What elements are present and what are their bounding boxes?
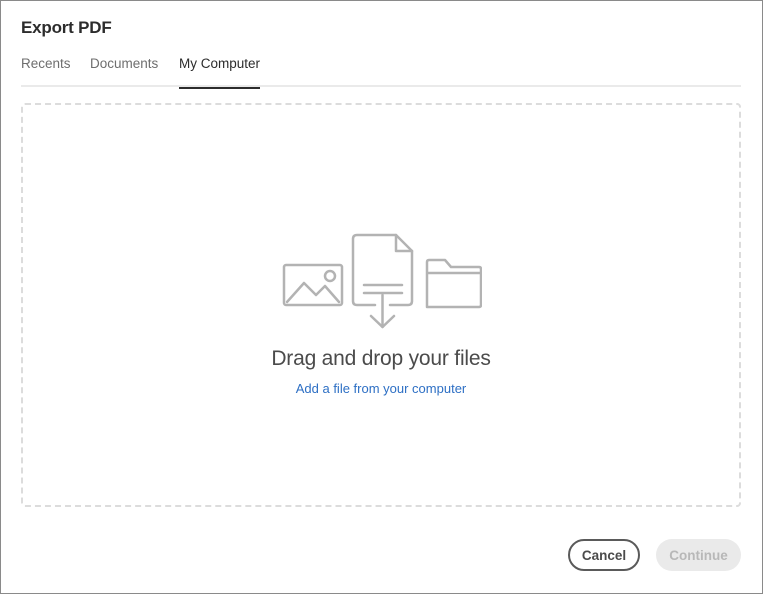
add-file-link[interactable]: Add a file from your computer [296, 381, 467, 396]
drop-illustration [282, 233, 482, 329]
tab-my-computer[interactable]: My Computer [179, 56, 261, 89]
source-tabs: Recents Documents My Computer [21, 56, 741, 89]
add-file-link-row: Add a file from your computer [23, 381, 739, 396]
document-download-icon [351, 233, 414, 329]
tab-recents[interactable]: Recents [21, 56, 71, 87]
tab-documents[interactable]: Documents [90, 56, 158, 87]
folder-icon [425, 258, 482, 309]
continue-button[interactable]: Continue [656, 539, 741, 571]
image-icon [282, 263, 344, 307]
dialog-title: Export PDF [21, 18, 112, 37]
file-drop-zone[interactable]: Drag and drop your files Add a file from… [21, 103, 741, 507]
cancel-button[interactable]: Cancel [568, 539, 640, 571]
export-pdf-dialog: Export PDF Recents Documents My Computer [0, 0, 763, 594]
drop-zone-title: Drag and drop your files [271, 347, 491, 370]
